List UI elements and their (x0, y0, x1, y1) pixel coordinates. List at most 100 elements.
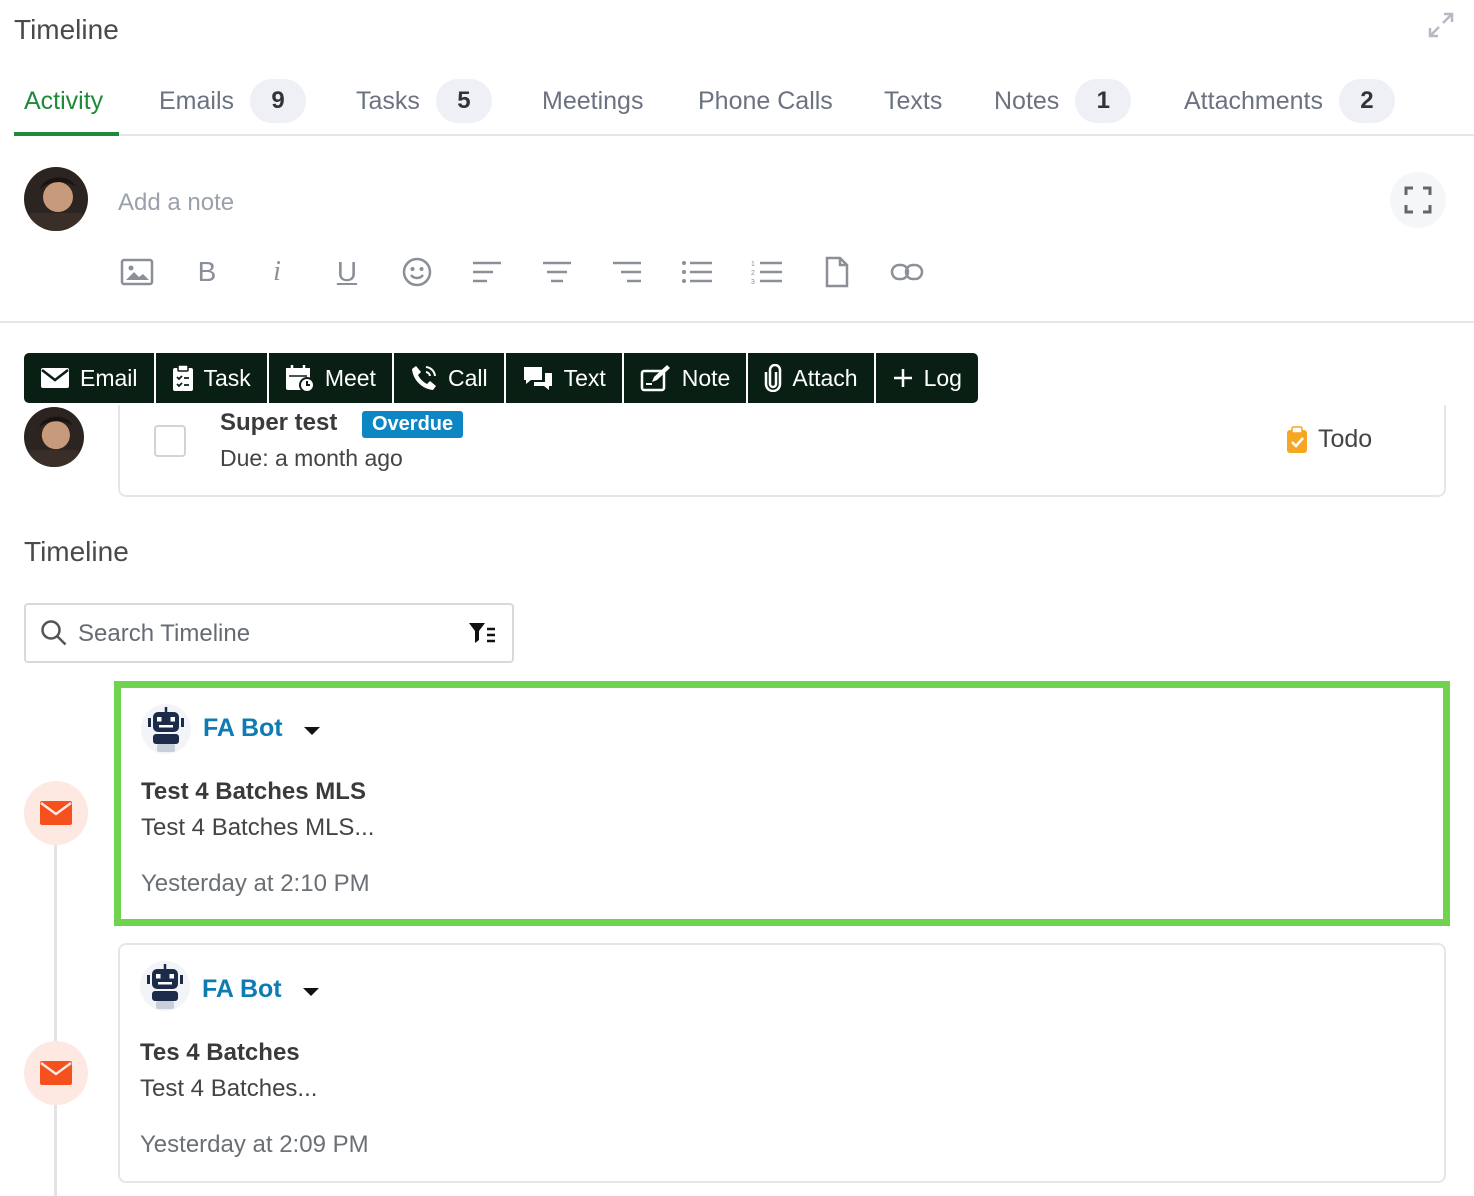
avatar (24, 167, 88, 231)
call-button-label: Call (447, 364, 488, 391)
fullscreen-icon (1404, 186, 1432, 214)
timeline-title: Timeline (24, 536, 129, 567)
email-button-label: Email (80, 364, 138, 391)
task-title[interactable]: Super test (220, 409, 337, 437)
entry-subject: Test 4 Batches MLS (141, 778, 366, 805)
tab-count-badge: 2 (1338, 79, 1395, 123)
filter-icon[interactable] (468, 621, 496, 645)
clipboard-icon (172, 364, 193, 391)
active-tab-indicator (14, 132, 119, 136)
text-button-label: Text (563, 364, 606, 391)
task-button[interactable]: Task (155, 353, 267, 403)
tab-label: Emails (159, 86, 235, 115)
robot-icon (148, 707, 184, 752)
tab-activity[interactable]: Activity (24, 66, 103, 136)
envelope-icon (40, 1061, 72, 1085)
align-right-icon[interactable] (607, 252, 647, 292)
expand-icon[interactable] (1426, 10, 1456, 40)
task-status[interactable]: Todo (1286, 425, 1372, 454)
tab-label: Tasks (356, 86, 420, 115)
meet-button-label: Meet (324, 364, 376, 391)
entry-preview: Test 4 Batches MLS... (141, 814, 375, 841)
link-icon[interactable] (887, 252, 927, 292)
tab-count-badge: 1 (1075, 79, 1132, 123)
tab-label: Notes (994, 86, 1060, 115)
task-button-label: Task (203, 364, 251, 391)
page-title: Timeline (14, 14, 119, 45)
plus-icon (893, 369, 912, 387)
tab-bar: Activity Emails 9 Tasks 5 Meetings Phone C… (14, 66, 1474, 136)
bullet-list-icon[interactable] (677, 252, 717, 292)
svg-text:1: 1 (751, 261, 755, 268)
emoji-icon[interactable] (397, 252, 437, 292)
numbered-list-icon[interactable]: 1 2 3 (747, 252, 787, 292)
email-event-marker (24, 1041, 88, 1105)
task-checkbox[interactable] (154, 425, 186, 457)
meet-button[interactable]: Meet (268, 353, 392, 403)
entry-subject: Tes 4 Batches (140, 1039, 300, 1066)
log-button[interactable]: Log (875, 353, 978, 403)
action-bar: Email Task Meet Call Text Note Attach Lo… (24, 353, 978, 403)
paperclip-icon (765, 364, 782, 392)
note-input[interactable] (118, 180, 1368, 226)
clipboard-check-icon (1287, 425, 1307, 453)
tab-tasks[interactable]: Tasks 5 (356, 66, 492, 136)
entry-timestamp: Yesterday at 2:10 PM (141, 870, 370, 897)
email-button[interactable]: Email (24, 353, 154, 403)
tab-count-badge: 9 (250, 79, 307, 123)
bot-avatar (140, 961, 190, 1011)
note-button-label: Note (681, 364, 731, 391)
overdue-badge: Overdue (362, 411, 464, 438)
chat-icon (523, 367, 552, 390)
log-button-label: Log (923, 364, 962, 391)
calendar-icon (285, 365, 315, 392)
bot-avatar (141, 704, 191, 754)
file-icon[interactable] (817, 252, 857, 292)
tab-phone-calls[interactable]: Phone Calls (698, 66, 833, 136)
fullscreen-button[interactable] (1390, 172, 1446, 228)
phone-icon (411, 366, 436, 390)
entry-timestamp: Yesterday at 2:09 PM (140, 1131, 369, 1158)
entry-preview: Test 4 Batches... (140, 1075, 318, 1102)
entry-author[interactable]: FA Bot (203, 714, 283, 743)
bold-icon[interactable]: B (187, 252, 227, 292)
italic-icon[interactable]: i (257, 252, 297, 292)
caret-down-icon[interactable] (303, 726, 321, 736)
attach-button[interactable]: Attach (748, 353, 874, 403)
pencil-icon (640, 365, 670, 392)
tab-label: Phone Calls (698, 86, 833, 115)
timeline-entry[interactable]: FA Bot Tes 4 Batches Test 4 Batches... Y… (118, 943, 1446, 1183)
task-card: Super test Overdue Due: a month ago Todo (118, 405, 1446, 497)
avatar (24, 407, 84, 467)
svg-text:3: 3 (751, 279, 755, 285)
caret-down-icon[interactable] (302, 987, 320, 997)
entry-author[interactable]: FA Bot (202, 975, 282, 1004)
search-box[interactable] (24, 603, 514, 663)
tab-attachments[interactable]: Attachments 2 (1184, 66, 1395, 136)
image-icon[interactable] (117, 252, 157, 292)
task-due-date: Due: a month ago (220, 445, 403, 471)
svg-text:2: 2 (751, 270, 755, 277)
search-input[interactable] (78, 615, 458, 653)
tab-meetings[interactable]: Meetings (542, 66, 643, 136)
tab-label: Texts (884, 86, 943, 115)
align-left-icon[interactable] (467, 252, 507, 292)
tab-emails[interactable]: Emails 9 (159, 66, 307, 136)
divider (0, 321, 1474, 323)
tab-count-badge: 5 (435, 79, 492, 123)
timeline-entry[interactable]: FA Bot Test 4 Batches MLS Test 4 Batches… (114, 681, 1450, 926)
note-button[interactable]: Note (623, 353, 747, 403)
tab-texts[interactable]: Texts (884, 66, 942, 136)
tab-label: Activity (24, 86, 104, 115)
text-button[interactable]: Text (505, 353, 622, 403)
align-center-icon[interactable] (537, 252, 577, 292)
envelope-icon (40, 801, 72, 825)
timeline-line (54, 840, 57, 1196)
underline-icon[interactable]: U (327, 252, 367, 292)
tab-notes[interactable]: Notes 1 (994, 66, 1132, 136)
attach-button-label: Attach (792, 364, 858, 391)
search-icon (41, 620, 67, 646)
email-event-marker (24, 781, 88, 845)
call-button[interactable]: Call (393, 353, 504, 403)
tab-label: Meetings (542, 86, 644, 115)
